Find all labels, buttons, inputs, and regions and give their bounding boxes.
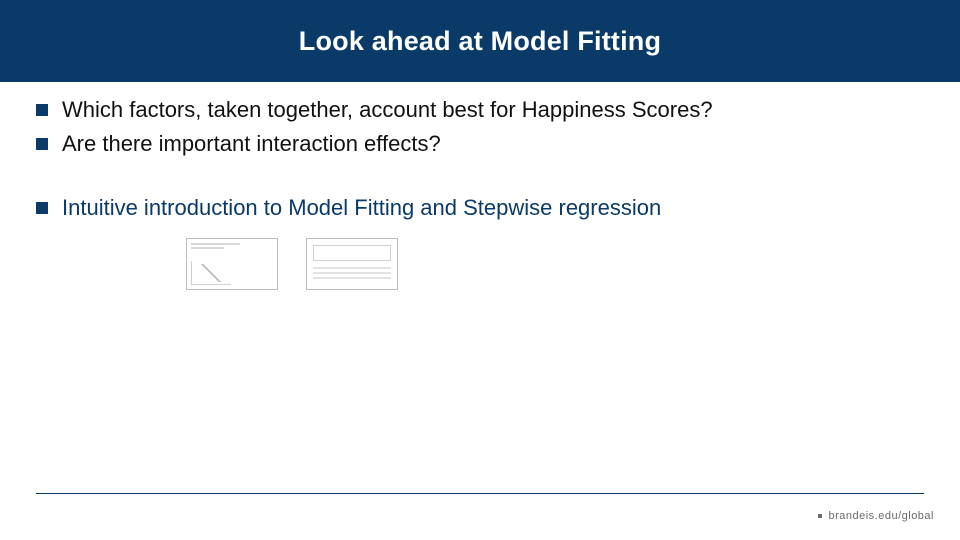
bullet-item: Intuitive introduction to Model Fitting … [36,194,924,222]
footer-divider [36,493,924,494]
title-bar: Look ahead at Model Fitting [0,0,960,82]
slide: Look ahead at Model Fitting Which factor… [0,0,960,540]
bullet-text: Intuitive introduction to Model Fitting … [62,194,661,222]
bullet-text: Are there important interaction effects? [62,130,441,158]
footer-url: brandeis.edu/global [828,510,934,522]
bullet-item: Which factors, taken together, account b… [36,96,924,124]
footer-dot-icon [818,514,822,518]
thumbnail-chart [186,238,278,290]
bullet-group-1: Which factors, taken together, account b… [36,96,924,158]
footer-text: brandeis.edu/global [818,510,934,522]
bullet-marker-icon [36,202,48,214]
bullet-marker-icon [36,104,48,116]
bullet-item: Are there important interaction effects? [36,130,924,158]
thumbnail-table [306,238,398,290]
thumbnail-row [186,238,924,290]
bullet-text: Which factors, taken together, account b… [62,96,713,124]
slide-title: Look ahead at Model Fitting [299,26,661,57]
bullet-marker-icon [36,138,48,150]
bullet-group-2: Intuitive introduction to Model Fitting … [36,194,924,290]
slide-body: Which factors, taken together, account b… [36,96,924,326]
